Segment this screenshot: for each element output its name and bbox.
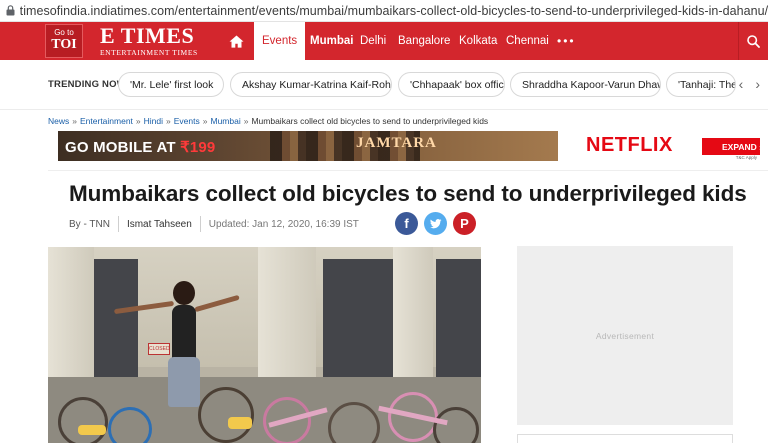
breadcrumb-link[interactable]: News	[48, 116, 69, 126]
article-photo[interactable]: CLOSED	[48, 247, 481, 443]
breadcrumb-link[interactable]: Entertainment	[80, 116, 133, 126]
netflix-logo: NETFLIX	[586, 134, 673, 156]
home-icon[interactable]	[218, 22, 254, 60]
tab-bangalore[interactable]: Bangalore	[398, 22, 450, 60]
toi-label: TOI	[51, 37, 77, 52]
person	[172, 305, 196, 361]
twitter-share-icon[interactable]	[424, 212, 447, 235]
meta-divider	[199, 216, 201, 232]
ad-expand-button[interactable]: EXPAND ›	[702, 138, 760, 155]
search-icon[interactable]	[738, 22, 768, 60]
breadcrumb: News» Entertainment» Hindi» Events» Mumbai» M…	[48, 116, 489, 126]
trending-item[interactable]: Shraddha Kapoor-Varun Dhawan	[510, 72, 661, 97]
trending-bar: TRENDING NOW: 'Mr. Lele' first look Aksh…	[0, 60, 768, 110]
trending-item[interactable]: 'Tanhaji: The	[666, 72, 736, 97]
tab-delhi[interactable]: Delhi	[360, 22, 386, 60]
breadcrumb-current: Mumbaikars collect old bicycles to send …	[251, 116, 489, 126]
tab-mumbai[interactable]: Mumbai	[310, 22, 353, 60]
tab-events[interactable]: Events	[254, 22, 306, 60]
ad-show-title: JAMTARA	[356, 135, 437, 151]
site-nav: Go to TOI E TIMES ENTERTAINMENT TIMES Ev…	[0, 22, 768, 60]
tab-chennai[interactable]: Chennai	[506, 22, 549, 60]
goto-toi-button[interactable]: Go to TOI	[45, 24, 83, 58]
trending-item[interactable]: 'Mr. Lele' first look	[118, 72, 224, 97]
trending-item[interactable]: Akshay Kumar-Katrina Kaif-Rohit Shetty	[230, 72, 392, 97]
chevron-left-icon[interactable]: ‹	[739, 76, 744, 92]
meta-divider	[117, 216, 119, 232]
closed-sign: CLOSED	[148, 343, 170, 355]
article-meta: By - TNN Ismat Tahseen Updated: Jan 12, …	[69, 216, 359, 232]
trending-item[interactable]: 'Chhapaak' box office	[398, 72, 505, 97]
goto-label: Go to	[54, 28, 74, 37]
ad-headline: GO MOBILE AT ₹199	[65, 139, 216, 156]
breadcrumb-link[interactable]: Hindi	[144, 116, 163, 126]
address-bar[interactable]: timesofindia.indiatimes.com/entertainmen…	[0, 0, 768, 22]
advertisement-label: Advertisement	[595, 330, 655, 341]
trending-arrows: ‹ ›	[739, 76, 760, 92]
sidebar-widget	[517, 434, 733, 443]
logo-tagline: ENTERTAINMENT TIMES	[100, 48, 198, 57]
tab-kolkata[interactable]: Kolkata	[459, 22, 497, 60]
author-link[interactable]: Ismat Tahseen	[127, 219, 192, 230]
breadcrumb-link[interactable]: Mumbai	[211, 116, 241, 126]
byline: By - TNN	[69, 218, 110, 230]
url-text[interactable]: timesofindia.indiatimes.com/entertainmen…	[20, 4, 768, 18]
lock-icon	[5, 0, 17, 22]
netflix-ad-banner[interactable]: GO MOBILE AT ₹199 JAMTARA NETFLIX EXPAND…	[58, 131, 760, 161]
facebook-share-icon[interactable]: f	[395, 212, 418, 235]
more-menu-button[interactable]: •••	[557, 22, 576, 60]
pinterest-share-icon[interactable]: P	[453, 212, 476, 235]
ad-fine-print: T&C Apply	[735, 155, 757, 160]
trending-label: TRENDING NOW:	[48, 79, 130, 90]
chevron-right-icon[interactable]: ›	[755, 76, 760, 92]
logo-text: E TIMES	[100, 23, 195, 48]
etimes-logo[interactable]: E TIMES ENTERTAINMENT TIMES	[100, 23, 198, 58]
article-title: Mumbaikars collect old bicycles to send …	[69, 181, 747, 206]
updated-timestamp: Updated: Jan 12, 2020, 16:39 IST	[208, 218, 359, 230]
breadcrumb-link[interactable]: Events	[174, 116, 200, 126]
sidebar-ad[interactable]: Advertisement	[517, 246, 733, 425]
